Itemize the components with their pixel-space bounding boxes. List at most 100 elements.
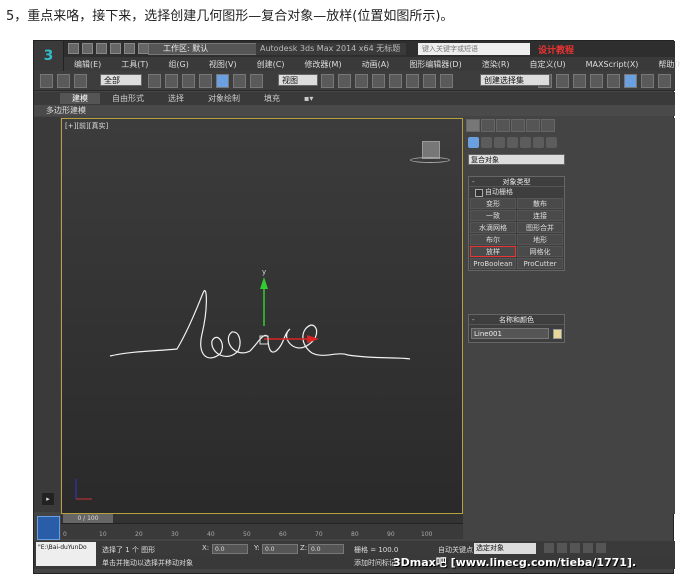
z-coord-field[interactable]: 0.0 [308,544,344,554]
helpers-icon[interactable] [520,137,531,148]
snap-icon[interactable] [372,73,386,88]
render-setup-icon[interactable] [623,73,637,88]
terrain-button[interactable]: 地形 [517,234,563,245]
tab-selection[interactable]: 选择 [156,93,196,104]
hierarchy-tab-icon[interactable] [496,119,510,132]
app-logo-icon[interactable]: 3 [34,41,64,71]
gizmo-y-arrow-icon[interactable] [260,277,268,289]
select-by-name-icon[interactable] [164,73,179,88]
menu-customize[interactable]: 自定义(U) [520,59,576,70]
boolean-button[interactable]: 布尔 [470,234,516,245]
reference-coord-select[interactable]: 视图 [278,74,318,86]
named-selection-select[interactable]: 创建选择集 [480,74,550,86]
mesher-button[interactable]: 网格化 [517,246,563,257]
render-icon[interactable] [657,73,671,88]
menu-help[interactable]: 帮助(H) [648,59,680,70]
menu-rendering[interactable]: 渲染(R) [472,59,520,70]
tab-object-paint[interactable]: 对象绘制 [196,93,252,104]
modify-tab-icon[interactable] [481,119,495,132]
render-frame-icon[interactable] [640,73,654,88]
edit-named-selection-icon[interactable] [440,73,454,88]
shapemerge-button[interactable]: 图形合并 [517,222,563,233]
utilities-tab-icon[interactable] [541,119,555,132]
object-type-title[interactable]: 对象类型 [469,177,564,187]
align-icon[interactable] [555,73,569,88]
save-file-icon[interactable] [96,43,107,54]
gizmo-x-arrow-icon[interactable] [307,335,319,343]
create-tab-icon[interactable] [466,119,480,132]
menu-edit[interactable]: 编辑(E) [64,59,111,70]
percent-snap-icon[interactable] [406,73,420,88]
selection-filter-select[interactable]: 全部 [100,74,142,86]
time-slider[interactable]: 0 / 100 [63,514,113,523]
x-coord-field[interactable]: 0.0 [212,544,248,554]
expand-ribbon-icon[interactable]: ▸ [42,493,54,505]
geometry-icon[interactable] [468,137,479,148]
layer-icon[interactable] [572,73,586,88]
add-time-tag[interactable]: 添加时间标记 [354,558,396,568]
menu-modifiers[interactable]: 修改器(M) [294,59,351,70]
open-file-icon[interactable] [82,43,93,54]
go-to-start-icon[interactable] [544,543,554,553]
scale-icon[interactable] [250,73,264,88]
conform-button[interactable]: 一致 [470,210,516,221]
previous-frame-icon[interactable] [557,543,567,553]
geometry-category-select[interactable]: 复合对象 [468,154,565,165]
love-spline[interactable] [109,290,411,360]
material-editor-icon[interactable] [606,73,620,88]
tab-populate[interactable]: 填充 [252,93,292,104]
display-tab-icon[interactable] [526,119,540,132]
menu-tools[interactable]: 工具(T) [111,59,158,70]
proboolean-button[interactable]: ProBoolean [470,258,516,269]
curve-editor-icon[interactable] [589,73,603,88]
loft-button[interactable]: 放样 [470,246,516,257]
time-slider-track[interactable]: 0 / 100 [61,514,463,523]
tab-freeform[interactable]: 自由形式 [100,93,156,104]
key-filter-select[interactable]: 选定对象 [474,543,536,554]
menu-create[interactable]: 创建(C) [247,59,295,70]
procutter-button[interactable]: ProCutter [517,258,563,269]
menu-views[interactable]: 视图(V) [199,59,247,70]
angle-snap-icon[interactable] [389,73,403,88]
name-color-title[interactable]: 名称和颜色 [469,315,564,325]
maxscript-listener[interactable]: "E:\Bai-duYunDo [36,542,96,566]
workspace-select[interactable]: 工作区: 默认 [148,43,258,55]
cameras-icon[interactable] [507,137,518,148]
object-name-field[interactable]: Line001 [471,328,549,339]
morph-button[interactable]: 变形 [470,198,516,209]
y-coord-field[interactable]: 0.0 [262,544,298,554]
play-icon[interactable] [570,543,580,553]
shapes-icon[interactable] [481,137,492,148]
space-warps-icon[interactable] [533,137,544,148]
auto-grid-checkbox[interactable]: 自动栅格 [469,187,564,197]
front-viewport[interactable]: [+][前][真实] y [61,118,463,514]
menu-maxscript[interactable]: MAXScript(X) [576,60,649,69]
keyboard-shortcut-icon[interactable] [354,73,368,88]
rect-selection-icon[interactable] [182,73,196,88]
tab-modeling[interactable]: 建模 [60,93,100,104]
menu-group[interactable]: 组(G) [158,59,198,70]
menu-graph-editors[interactable]: 图形编辑器(D) [399,59,471,70]
lights-icon[interactable] [494,137,505,148]
motion-tab-icon[interactable] [511,119,525,132]
undo-icon[interactable] [110,43,121,54]
menu-animation[interactable]: 动画(A) [352,59,400,70]
systems-icon[interactable] [546,137,557,148]
unlink-icon[interactable] [56,73,70,88]
mini-listener-icon[interactable] [37,516,60,540]
link-icon[interactable] [39,73,53,88]
connect-button[interactable]: 连接 [517,210,563,221]
bind-space-warp-icon[interactable] [73,73,87,88]
next-frame-icon[interactable] [583,543,593,553]
manipulate-icon[interactable] [337,73,351,88]
new-file-icon[interactable] [68,43,79,54]
scatter-button[interactable]: 散布 [517,198,563,209]
select-object-icon[interactable] [147,73,161,88]
redo-icon[interactable] [124,43,135,54]
blobmesh-button[interactable]: 水滴网格 [470,222,516,233]
ribbon-options-icon[interactable]: ▪▾ [292,94,325,103]
track-bar[interactable]: 0 10 20 30 40 50 60 70 80 90 100 [61,523,463,539]
rotate-icon[interactable] [233,73,247,88]
spinner-snap-icon[interactable] [423,73,437,88]
move-icon[interactable] [216,73,230,88]
